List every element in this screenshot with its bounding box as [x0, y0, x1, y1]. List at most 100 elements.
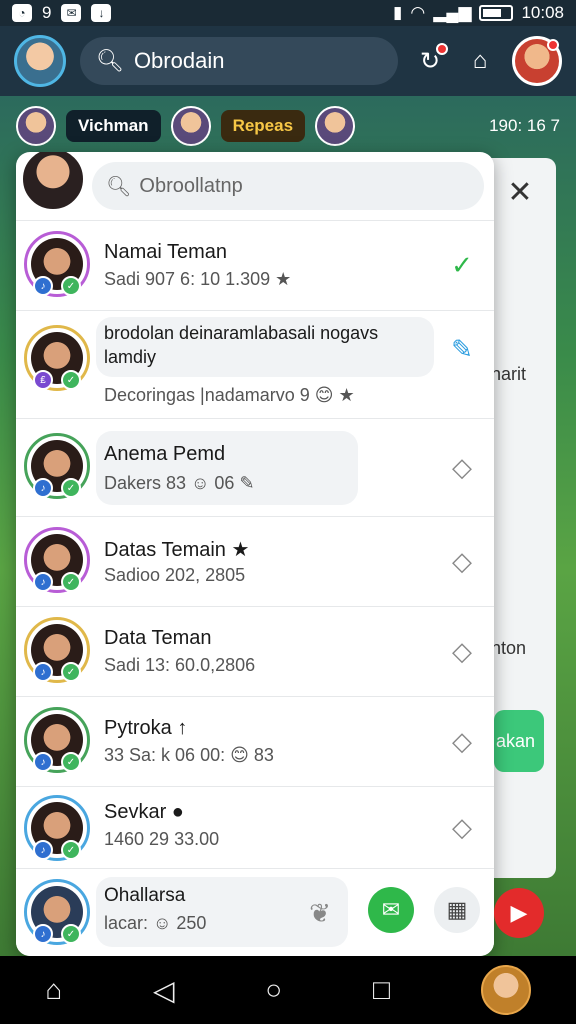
badge-icon: ✓ — [61, 572, 81, 592]
back-panel-text: narit — [490, 364, 526, 384]
composer-bar: ♪ ✓ Ohallarsa lacar: ☺ 250 ❦ ✉ ▦ — [16, 868, 494, 956]
profile-notification-dot — [547, 39, 559, 51]
contact-name: Sevkar ● — [104, 801, 184, 823]
player-name-chip: Repeas — [220, 110, 306, 142]
contact-status: 33 Sa: k 06 00: 😊 83 — [104, 745, 274, 765]
profile-avatar[interactable] — [512, 36, 562, 86]
top-search-text: Obrodain — [133, 48, 225, 73]
download-icon: ↓ — [91, 4, 112, 22]
avatar: ♪ ✓ — [24, 617, 90, 683]
sim-icon: ▮ — [393, 3, 403, 22]
wifi-icon: ◠ — [410, 3, 426, 22]
badge-icon: ♪ — [33, 276, 53, 296]
notification-icon: ✉ — [61, 4, 82, 22]
composer-status: lacar: ☺ 250 — [104, 913, 207, 933]
top-app-bar: 🔍︎ Obrodain ↻ ⌂ — [0, 26, 576, 96]
contact-status: Dakers 83 ☺ 06 ✎ — [104, 473, 255, 493]
avatar: ♪ ✓ — [24, 879, 90, 945]
contact-status: Sadioo 202, 2805 — [104, 565, 246, 585]
avatar: ₤ ✓ — [24, 325, 90, 391]
badge-icon: ♪ — [33, 924, 53, 944]
leaf-icon[interactable]: ❦ — [302, 895, 338, 931]
app-notification-icon: ◔ — [12, 4, 32, 22]
play-button[interactable]: ▶ — [494, 888, 544, 938]
badge-icon: ✓ — [61, 662, 81, 682]
clock: 10:08 — [521, 3, 564, 22]
contact-name: Datas Temain ★ — [104, 539, 250, 561]
game-strip: Vichman Repeas 190: 16 7 — [0, 96, 576, 156]
check-icon[interactable]: ✓ — [444, 247, 480, 283]
list-item[interactable]: ♪ ✓ Namai Teman Sadi 907 6: 10 1.309 ★ ✓ — [16, 220, 494, 310]
recents-icon[interactable]: □ — [373, 974, 390, 1006]
avatar: ♪ ✓ — [24, 527, 90, 593]
list-item[interactable]: ♪ ✓ Sevkar ● 1460 29 33.00 ◇ — [16, 786, 494, 870]
back-icon[interactable]: ◁ — [153, 974, 175, 1007]
send-gift-button[interactable]: ✉ — [368, 887, 414, 933]
close-button[interactable]: ✕ — [500, 172, 540, 212]
gallery-icon: ▦ — [446, 897, 468, 922]
my-avatar[interactable] — [14, 35, 66, 87]
notification-dot — [436, 43, 448, 55]
composer-name: Ohallarsa — [104, 885, 186, 906]
badge-icon: ♪ — [33, 662, 53, 682]
refresh-button[interactable]: ↻ — [412, 43, 448, 79]
battery-icon — [479, 5, 514, 21]
contact-name: Namai Teman — [104, 241, 228, 263]
score-readout: 190: 16 7 — [489, 116, 560, 135]
navigation-bar: ⌂ ◁ ○ □ — [0, 956, 576, 1024]
gallery-button[interactable]: ▦ — [434, 887, 480, 933]
back-panel-button[interactable]: akan — [494, 710, 544, 772]
edit-icon[interactable]: ✎ — [444, 331, 480, 367]
profile-avatar[interactable] — [480, 965, 531, 1015]
avatar: ♪ ✓ — [24, 795, 90, 861]
search-icon: 🔍︎ — [106, 175, 132, 198]
badge-icon: ♪ — [33, 478, 53, 498]
contact-status: Decoringas |nadamarvo 9 😊 ★ — [104, 385, 355, 405]
home-circle-icon[interactable]: ○ — [265, 974, 282, 1006]
contact-name: Anema Pemd — [104, 443, 226, 465]
search-icon: 🔍︎ — [96, 48, 124, 73]
home-icon[interactable]: ⌂ — [45, 974, 62, 1006]
tag-icon[interactable]: ◇ — [444, 809, 480, 845]
list-item[interactable]: ₤ ✓ brodolan deinaramlabasali nogavs lamd… — [16, 310, 494, 418]
badge-icon: ✓ — [61, 840, 81, 860]
badge-icon: ♪ — [33, 572, 53, 592]
panel-avatar[interactable] — [20, 152, 86, 212]
avatar: ♪ ✓ — [24, 231, 90, 297]
gift-icon: ✉ — [381, 897, 401, 922]
badge-icon: ✓ — [61, 752, 81, 772]
tag-icon[interactable]: ◇ — [444, 449, 480, 485]
badge-icon: ✓ — [61, 370, 81, 390]
avatar: ♪ ✓ — [24, 433, 90, 499]
player-name-chip: Vichman — [66, 110, 161, 142]
status-left-text: 9 — [42, 3, 52, 22]
badge-icon: ✓ — [61, 276, 81, 296]
signal-icon: ▂▄▆ — [433, 3, 472, 22]
list-item[interactable]: ♪ ✓ Datas Temain ★ Sadioo 202, 2805 ◇ — [16, 516, 494, 606]
badge-icon: ♪ — [33, 752, 53, 772]
list-item[interactable]: ♪ ✓ Anema Pemd Dakers 83 ☺ 06 ✎ ◇ — [16, 418, 494, 516]
tag-icon[interactable]: ◇ — [444, 723, 480, 759]
top-search-bar[interactable]: 🔍︎ Obrodain — [80, 37, 398, 85]
list-item[interactable]: ♪ ✓ Pytroka ↑ 33 Sa: k 06 00: 😊 83 ◇ — [16, 696, 494, 786]
contact-name: Data Teman — [104, 627, 212, 649]
contact-status: 1460 29 33.00 — [104, 829, 220, 849]
list-item[interactable]: ♪ ✓ Data Teman Sadi 13: 60.0,2806 ◇ — [16, 606, 494, 696]
tag-icon[interactable]: ◇ — [444, 543, 480, 579]
player-avatar[interactable] — [315, 106, 356, 146]
back-panel-button-label: akan — [496, 730, 536, 751]
player-avatar[interactable] — [16, 106, 56, 146]
tag-icon[interactable]: ◇ — [444, 633, 480, 669]
panel-search-input[interactable]: 🔍︎ Obroollatnp — [92, 162, 484, 210]
badge-icon: ✓ — [61, 478, 81, 498]
home-button[interactable]: ⌂ — [462, 43, 498, 79]
home-icon: ⌂ — [472, 47, 488, 74]
badge-icon: ₤ — [33, 370, 53, 390]
play-icon: ▶ — [510, 900, 528, 925]
panel-search-placeholder: Obroollatnp — [139, 174, 243, 197]
contact-name: Pytroka ↑ — [104, 717, 188, 739]
badge-icon: ♪ — [33, 840, 53, 860]
message-text: brodolan deinaramlabasali nogavs lamdiy — [104, 323, 379, 367]
close-icon: ✕ — [507, 175, 533, 209]
player-avatar[interactable] — [170, 106, 211, 146]
